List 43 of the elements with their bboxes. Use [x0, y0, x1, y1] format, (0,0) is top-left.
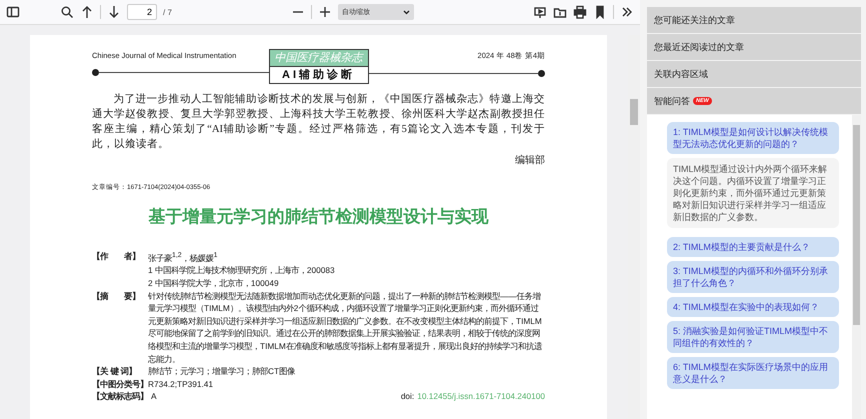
- section-title: 您最近还阅读过的文章: [654, 40, 744, 54]
- journal-logo: 中国医疗器械杂志 AI辅助诊断: [268, 49, 368, 84]
- down-arrow-icon[interactable]: [107, 5, 121, 19]
- meta-value: 肺结节；元学习；增量学习；肺部CT图像: [148, 365, 296, 378]
- suggested-question[interactable]: 3: TIMLM模型的内循环和外循环分别承担了什么角色？: [667, 261, 839, 293]
- print-icon[interactable]: [573, 5, 587, 19]
- meta-value: R734.2;TP391.41: [148, 378, 214, 390]
- article-title: 基于增量元学习的肺结节检测模型设计与实现: [148, 206, 490, 228]
- doi-label: doi:: [400, 390, 414, 403]
- page-count: / 7: [163, 8, 172, 16]
- meta-value: 2 中国科学院大学，北京市，100049: [148, 276, 280, 290]
- meta-label: 【作 者】: [92, 250, 141, 263]
- suggested-question[interactable]: 6: TIMLM模型在实际医疗场景中的应用意义是什么？: [667, 357, 839, 389]
- section-title: 关联内容区域: [654, 68, 708, 80]
- section-header[interactable]: 您最近还阅读过的文章: [647, 34, 861, 60]
- suggested-question[interactable]: 1: TIMLM模型是如何设计以解决传统模型无法动态优化更新的问题的？: [667, 122, 839, 154]
- search-icon[interactable]: [60, 5, 74, 19]
- double-chevron-icon[interactable]: [620, 5, 634, 19]
- section-header[interactable]: 您可能还关注的文章: [647, 7, 861, 33]
- up-arrow-icon[interactable]: [80, 5, 94, 19]
- section-title: 您可能还关注的文章: [654, 14, 735, 26]
- meta-label: 【中图分类号】: [92, 378, 148, 390]
- meta-value: 张子豪$^{1,2}$，杨媛媛$^{1}$: [148, 251, 218, 264]
- meta-label: 【摘 要】: [92, 290, 141, 303]
- meta-value: 针对传统肺结节检测模型无法随新数据增加而动态优化更新的问题，提出了一种新的肺结节检测模型——任务增量元学习模型（TIMLM）。该模型由内外2个循环构成，内循环设置了增量学习正则化更新约束，而外循环通过元更新策略对新旧知识进行采样并学习一组适应新旧数据的广义参数。在不改变模型主体结构的前提下，TIMLM尽可能地保留了之前学到的旧知识。通过在公开的肺部数据集上开展实验验证，结果表明，相较于传统的深度网络模型和主流的增量学习模型，TIMLM在准确度和敏感度等指标上都有显著提升，展现出良好的持续学习和抗遗忘能力。: [148, 290, 543, 366]
- suggested-question[interactable]: 5: 消融实验是如何验证TIMLM模型中不同组件的有效性的？: [667, 321, 839, 353]
- presentation-icon[interactable]: [533, 5, 547, 19]
- meta-value: A: [151, 390, 157, 403]
- scrollbar[interactable]: [852, 115, 861, 419]
- suggested-question[interactable]: 4: TIMLM模型在实验中的表现如何？: [667, 297, 839, 317]
- answer-bubble: TIMLM模型通过设计内外两个循环来解决这个问题。内循环设置了增量学习正则化更新约束，而外循环通过元更新策略对新旧知识进行采样并学习一组适应新旧数据的广义参数。: [667, 158, 839, 228]
- intro-paragraph: 为了进一步推动人工智能辅助诊断技术的发展与创新，《中国医疗器械杂志》特邀上海交通大学赵俊教授、复旦大学郭翌教授、上海科技大学王乾教授、徐州医科大学赵杰副教授担任客座主编，精心策划了“AI辅助诊断”专题。经过严格筛选，有5篇论文入选本专题，刊发于此，以飨读者。: [92, 92, 545, 152]
- meta-label: 【文献标志码】: [92, 390, 148, 403]
- sidebar-toggle-icon[interactable]: [6, 5, 20, 19]
- suggested-question[interactable]: 2: TIMLM模型的主要贡献是什么？: [667, 237, 839, 257]
- meta-label: 【关 键 词】: [92, 365, 138, 378]
- caret-icon: [402, 10, 410, 14]
- signature: 编辑部: [514, 154, 545, 167]
- section-header[interactable]: 关联内容区域: [647, 61, 861, 87]
- section-title: 智能问答: [654, 94, 690, 108]
- zoom-in-icon[interactable]: [318, 5, 332, 19]
- page-number-input[interactable]: 2: [127, 4, 157, 20]
- meta-value: 1 中国科学院上海技术物理研究所，上海市，200083: [148, 264, 336, 277]
